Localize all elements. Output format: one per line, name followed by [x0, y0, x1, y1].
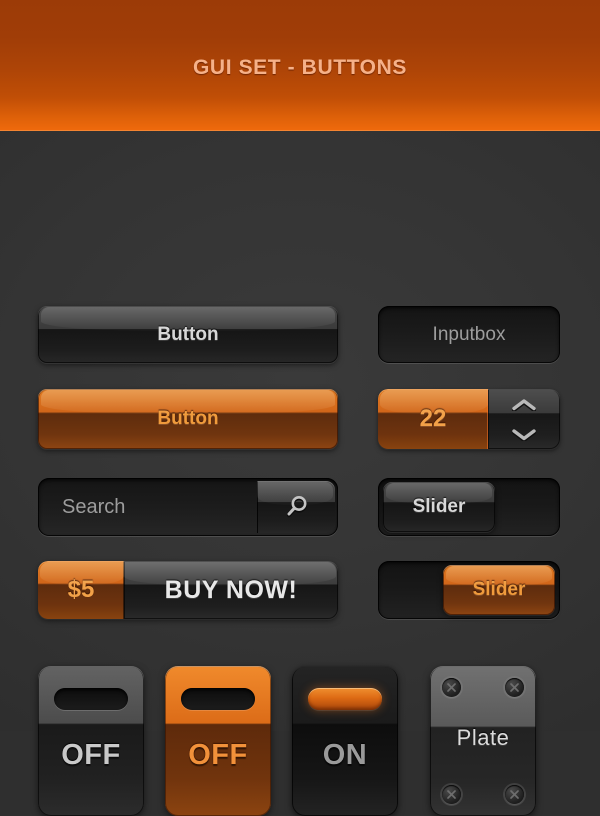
- slider-dark-label: Slider: [412, 496, 466, 517]
- price-label: $5: [67, 576, 95, 603]
- search-submit-button[interactable]: [257, 481, 335, 533]
- spinner-value-text: 22: [419, 405, 447, 432]
- buy-now-label: BUY NOW!: [164, 575, 298, 604]
- screw-cross-icon: [510, 790, 519, 799]
- spinner-value-display[interactable]: 22: [378, 389, 488, 449]
- search-input[interactable]: Search: [62, 478, 125, 536]
- search-icon: [287, 496, 307, 518]
- buy-now-bar[interactable]: $5 BUY NOW!: [38, 561, 338, 619]
- spinner-stepper-group: [488, 389, 560, 449]
- dark-button-label: Button: [157, 323, 219, 345]
- header-banner: GUI SET - BUTTONS: [0, 0, 600, 131]
- orange-button[interactable]: Button: [38, 389, 338, 449]
- buy-now-button[interactable]: BUY NOW!: [124, 561, 338, 619]
- toggle-switch-off-dark[interactable]: OFF: [38, 666, 144, 816]
- chevron-down-icon: [511, 428, 537, 441]
- spinner-decrement-button[interactable]: [488, 419, 560, 449]
- chevron-up-icon: [511, 398, 537, 411]
- dark-button[interactable]: Button: [38, 306, 338, 363]
- gui-showcase-stage: Button Inputbox Button 22 Search Slider …: [0, 131, 600, 816]
- spinner-increment-button[interactable]: [488, 389, 560, 419]
- slider-orange-label: Slider: [472, 579, 526, 600]
- price-badge: $5: [38, 561, 124, 619]
- orange-button-label: Button: [157, 408, 219, 429]
- toggle-slot-icon: [54, 688, 128, 710]
- screw-cross-icon: [447, 790, 456, 799]
- toggle-switch-on[interactable]: ON: [292, 666, 398, 816]
- inputbox-value: Inputbox: [432, 323, 506, 345]
- screw-icon: [442, 785, 461, 804]
- slider-orange-handle[interactable]: Slider: [443, 565, 555, 615]
- screw-icon: [505, 785, 524, 804]
- metal-plate: Plate: [430, 666, 536, 816]
- search-bar[interactable]: Search: [38, 478, 338, 536]
- number-spinner[interactable]: 22: [378, 389, 560, 449]
- slider-dark-handle[interactable]: Slider: [383, 482, 495, 532]
- screw-icon: [505, 678, 524, 697]
- toggle-state-label: ON: [322, 739, 368, 771]
- toggle-switch-off-orange[interactable]: OFF: [165, 666, 271, 816]
- screw-cross-icon: [510, 683, 519, 692]
- toggle-slot-lit-icon: [308, 688, 382, 710]
- screw-cross-icon: [447, 683, 456, 692]
- page-title: GUI SET - BUTTONS: [193, 56, 407, 79]
- toggle-state-label: OFF: [188, 739, 248, 771]
- toggle-slot-icon: [181, 688, 255, 710]
- search-input-text: Search: [62, 495, 126, 518]
- screw-icon: [442, 678, 461, 697]
- toggle-state-label: OFF: [61, 739, 121, 771]
- inputbox-field[interactable]: Inputbox: [378, 306, 560, 363]
- plate-label: Plate: [456, 725, 510, 750]
